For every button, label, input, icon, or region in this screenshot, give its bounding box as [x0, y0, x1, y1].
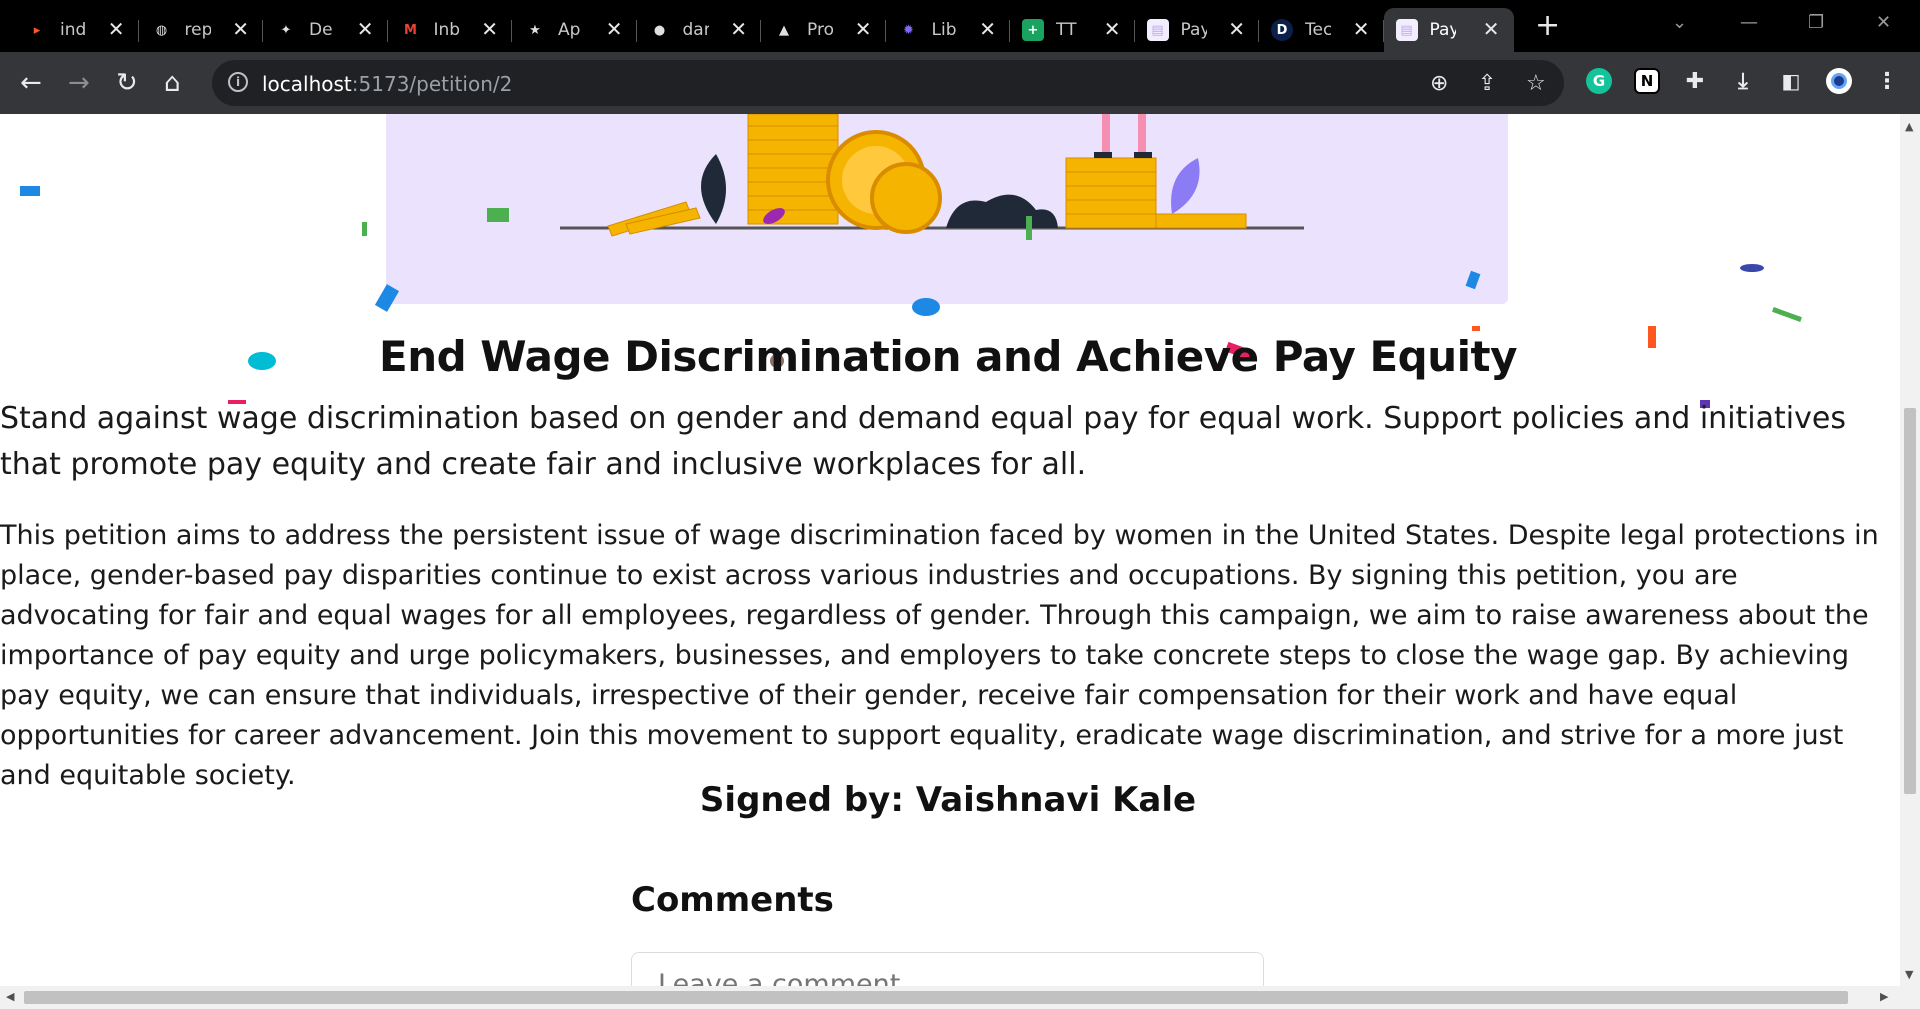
confetti-piece [1772, 307, 1802, 322]
scroll-down-arrow-icon[interactable]: ▼ [1905, 968, 1913, 981]
close-tab-icon[interactable]: ✕ [1353, 19, 1370, 39]
browser-tab[interactable]: ◍ rep ✕ [139, 8, 263, 52]
browser-tab[interactable]: ● dar ✕ [637, 8, 761, 52]
tab-title: Pay [1180, 20, 1207, 40]
horizontal-scroll-thumb[interactable] [24, 991, 1848, 1004]
close-tab-icon[interactable]: ✕ [357, 19, 374, 39]
close-tab-icon[interactable]: ✕ [1228, 19, 1245, 39]
confetti-piece [1740, 264, 1764, 272]
vertical-scroll-thumb[interactable] [1904, 408, 1916, 794]
tab-title: Lib [931, 20, 957, 40]
tab-title: Pay [1429, 20, 1456, 40]
browser-tab[interactable]: ★ Ap ✕ [512, 8, 637, 52]
browser-tab[interactable]: ▤ Pay ✕ [1135, 8, 1259, 52]
back-button[interactable]: ← [20, 68, 42, 98]
close-tab-icon[interactable]: ✕ [481, 19, 498, 39]
share-icon[interactable]: ⇪ [1478, 71, 1496, 96]
close-tab-icon[interactable]: ✕ [979, 19, 996, 39]
comment-input[interactable] [631, 952, 1264, 986]
tab-search-chevron-icon[interactable]: ⌄ [1672, 12, 1687, 33]
browser-tab[interactable]: D Tec ✕ [1259, 8, 1384, 52]
url-host: localhost [262, 72, 352, 96]
minimize-button[interactable]: — [1740, 12, 1758, 33]
tab-title: TT [1056, 20, 1077, 40]
bookmark-star-icon[interactable]: ☆ [1526, 71, 1546, 96]
scroll-right-arrow-icon[interactable]: ▶ [1880, 990, 1888, 1003]
restore-button[interactable]: ❐ [1808, 12, 1824, 33]
tab-title: rep [184, 20, 211, 40]
url-text[interactable]: localhost:5173/petition/2 [262, 72, 512, 96]
tab-title: Tec [1305, 20, 1331, 40]
tab-title: Inb [433, 20, 460, 40]
site-info-icon[interactable]: i [228, 72, 248, 92]
browser-tab[interactable]: ▸ ind ✕ [14, 8, 139, 52]
close-tab-icon[interactable]: ✕ [232, 19, 249, 39]
forward-button[interactable]: → [68, 68, 90, 98]
close-tab-icon[interactable]: ✕ [855, 19, 872, 39]
page-favicon-icon: ▤ [1395, 19, 1418, 41]
side-panel-icon[interactable]: ◧ [1778, 68, 1804, 94]
home-button[interactable]: ⌂ [164, 68, 181, 98]
github-icon: ● [653, 22, 666, 38]
petition-description: This petition aims to address the persis… [0, 520, 1879, 791]
shield-star-icon: ★ [529, 22, 541, 38]
tab-title: Ap [558, 20, 581, 40]
close-tab-icon[interactable]: ✕ [1104, 19, 1121, 39]
confetti-piece [1472, 326, 1480, 331]
close-tab-icon[interactable]: ✕ [606, 19, 623, 39]
gear-burst-icon: ✹ [903, 22, 914, 38]
d-letter-icon: D [1271, 19, 1293, 41]
browser-tab[interactable]: + TT ✕ [1010, 8, 1135, 52]
scroll-up-arrow-icon[interactable]: ▲ [1905, 120, 1913, 133]
profile-avatar-icon[interactable] [1826, 68, 1852, 94]
tab-title: Pro [807, 20, 833, 40]
address-bar[interactable]: i localhost:5173/petition/2 ⊕ ⇪ ☆ [212, 60, 1564, 106]
zoom-icon[interactable]: ⊕ [1430, 71, 1448, 96]
confetti-piece [20, 186, 40, 196]
triangle-icon: ▲ [779, 22, 789, 38]
close-window-button[interactable]: ✕ [1876, 12, 1891, 33]
petition-hero-image [386, 114, 1508, 304]
close-tab-icon[interactable]: ✕ [108, 19, 125, 39]
signed-by: Signed by: Vaishnavi Kale [699, 780, 1197, 820]
gmail-icon: M [404, 22, 417, 38]
url-path: :5173/petition/2 [351, 72, 513, 96]
tab-title: dar [682, 20, 709, 40]
download-icon[interactable]: ⤓ [1730, 68, 1756, 94]
close-tab-icon[interactable]: ✕ [730, 19, 747, 39]
horizontal-scrollbar[interactable]: ◀ ▶ [0, 986, 1920, 1009]
tab-title: De [309, 20, 333, 40]
confetti-piece [912, 298, 940, 316]
petition-title: End Wage Discrimination and Achieve Pay … [379, 332, 1517, 381]
sheets-plus-icon: + [1022, 19, 1044, 41]
browser-tab[interactable]: ✦ De ✕ [263, 8, 388, 52]
close-tab-icon[interactable]: ✕ [1483, 19, 1500, 39]
page-favicon-icon: ▤ [1146, 19, 1169, 41]
comments-heading: Comments [631, 880, 834, 920]
grammarly-icon[interactable]: G [1586, 68, 1612, 94]
confetti-piece [1026, 216, 1032, 240]
browser-tab[interactable]: ▲ Pro ✕ [761, 8, 886, 52]
confetti-piece [362, 222, 367, 236]
scroll-left-arrow-icon[interactable]: ◀ [6, 990, 14, 1003]
page-viewport: End Wage Discrimination and Achieve Pay … [0, 114, 1900, 986]
extensions-puzzle-icon[interactable]: ✚ [1682, 68, 1708, 94]
bitbucket-orange-icon: ▸ [33, 22, 41, 38]
new-tab-button[interactable]: + [1535, 11, 1560, 41]
bird-icon: ✦ [280, 22, 292, 38]
confetti-piece [487, 208, 509, 222]
browser-tab[interactable]: ▤ Pay ✕ [1383, 8, 1514, 52]
globe-icon: ◍ [155, 22, 168, 38]
browser-toolbar: ← → ↻ ⌂ i localhost:5173/petition/2 ⊕ ⇪ … [0, 52, 1920, 114]
coins-illustration [560, 114, 1304, 237]
browser-tab[interactable]: ✹ Lib ✕ [886, 8, 1010, 52]
browser-tab[interactable]: M Inb ✕ [388, 8, 512, 52]
tab-title: ind [60, 20, 86, 40]
menu-kebab-icon[interactable]: ⋮ [1874, 68, 1900, 94]
petition-summary: Stand against wage discrimination based … [0, 401, 1846, 482]
notion-icon[interactable]: N [1634, 68, 1660, 94]
vertical-scrollbar[interactable]: ▲ ▼ [1900, 114, 1920, 986]
reload-button[interactable]: ↻ [116, 68, 138, 98]
tab-strip: ▸ ind ✕ ◍ rep ✕ ✦ De ✕ M Inb ✕ ★ Ap ✕ ● dar ✕ ▲ Pro ✕ ✹ Lib ✕ + T… [0, 0, 1920, 52]
